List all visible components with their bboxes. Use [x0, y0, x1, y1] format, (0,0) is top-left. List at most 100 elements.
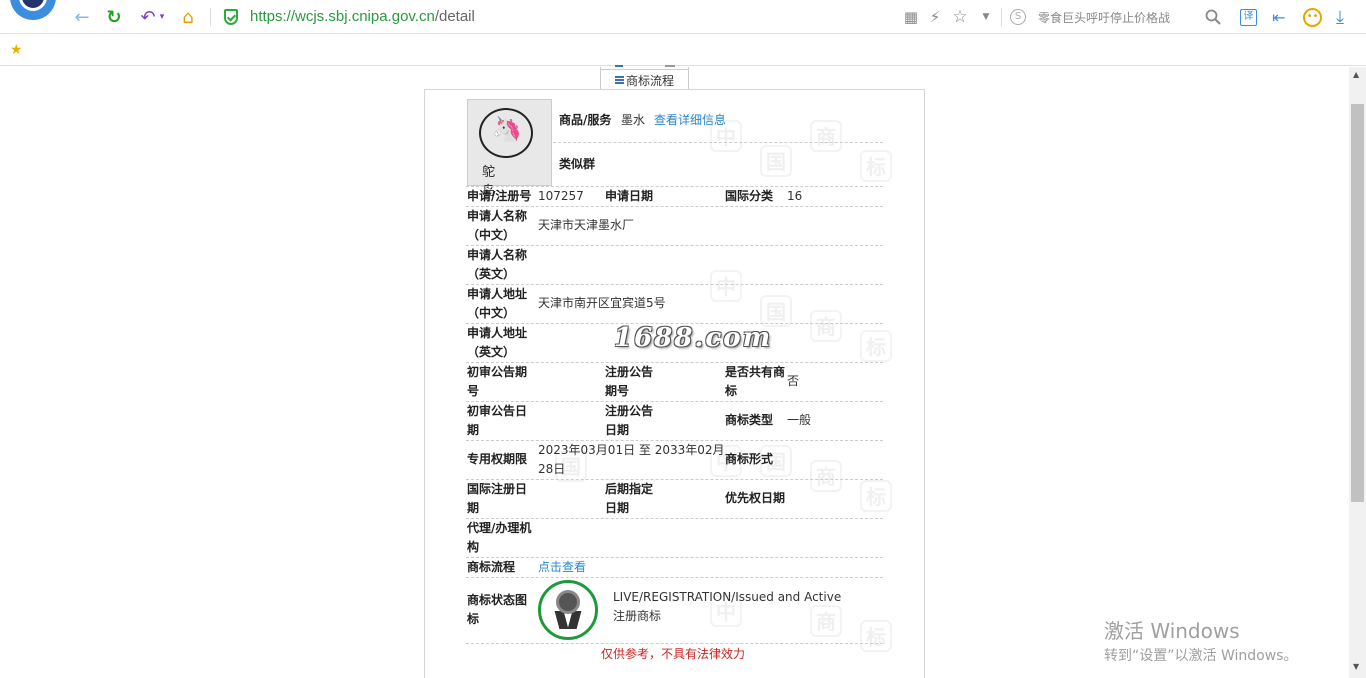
- agent-label: 代理/办理机: [467, 521, 532, 535]
- reg-issue-label: 注册公告: [605, 365, 654, 379]
- address-cn-value: 天津市南开区宜宾道5号: [538, 296, 666, 310]
- watermark-icon: 国: [760, 145, 792, 177]
- list-icon: [614, 76, 624, 84]
- tm-form-label: 商标形式: [725, 452, 774, 466]
- undo-dropdown-icon[interactable]: ▾: [157, 0, 167, 34]
- status-label: 商标状态图: [467, 593, 528, 607]
- star-icon[interactable]: ☆: [950, 0, 970, 34]
- back-icon[interactable]: ←: [70, 0, 94, 34]
- search-engine-icon[interactable]: S: [1010, 0, 1026, 34]
- address-cn-label-2: （中文）: [467, 306, 516, 320]
- exclusive-value: 2023年03月01日 至 2033年02月: [538, 443, 725, 457]
- scroll-up-icon[interactable]: ▲: [1353, 70, 1359, 79]
- status-en: LIVE/REGISTRATION/Issued and Active: [613, 590, 842, 604]
- tab-flow-label: 商标流程: [625, 73, 674, 88]
- scrollbar-thumb[interactable]: [1351, 104, 1364, 502]
- home-icon[interactable]: ⌂: [176, 0, 200, 34]
- watermark-1688: 1688.com: [614, 323, 773, 353]
- row-divider: [466, 284, 883, 285]
- browser-toolbar: ← ↻ ↶ ▾ ⌂ https://wcjs.sbj.cnipa.gov.cn/…: [0, 0, 1366, 34]
- flash-icon[interactable]: ⚡: [925, 0, 945, 34]
- smile-icon[interactable]: ••: [1303, 0, 1322, 34]
- watermark-icon: 标: [860, 620, 892, 652]
- watermark-icon: 商: [810, 605, 842, 637]
- watermark-icon: 商: [810, 120, 842, 152]
- prelim-issue-label-2: 号: [467, 384, 480, 398]
- watermark-icon: 商: [810, 310, 842, 342]
- activate-title: 激活 Windows: [1104, 619, 1240, 643]
- watermark-icon: 标: [860, 150, 892, 182]
- chevron-down-icon[interactable]: ▼: [976, 0, 996, 34]
- address-en-label: 申请人地址: [467, 326, 528, 340]
- login-icon[interactable]: ⇤: [1272, 0, 1285, 34]
- reload-icon[interactable]: ↻: [102, 0, 126, 34]
- watermark-icon: 中: [710, 270, 742, 302]
- goods-detail-link[interactable]: 查看详细信息: [654, 111, 726, 130]
- bookmark-bar: ★: [0, 35, 1366, 66]
- row-divider: [466, 245, 883, 246]
- prelim-date-label-2: 期: [467, 423, 480, 437]
- shared-label: 是否共有商: [725, 365, 786, 379]
- prelim-date-label: 初审公告日: [467, 404, 528, 418]
- toolbar-divider: [1001, 8, 1002, 26]
- app-date-label: 申请日期: [605, 189, 654, 203]
- tab-trademark-flow[interactable]: 商标流程: [600, 69, 689, 90]
- row-divider: [466, 557, 883, 558]
- watermark-icon: 商: [810, 460, 842, 492]
- prelim-issue-label: 初审公告期: [467, 365, 528, 379]
- activate-subtitle: 转到“设置”以激活 Windows。: [1104, 648, 1298, 664]
- address-cn-label: 申请人地址: [467, 287, 528, 301]
- translate-icon[interactable]: 译: [1240, 0, 1257, 34]
- scroll-down-icon[interactable]: ▼: [1353, 662, 1359, 671]
- later-label: 后期指定: [605, 482, 654, 496]
- windows-activation-notice: 激活 Windows 转到“设置”以激活 Windows。: [1104, 619, 1297, 665]
- applicant-en-label-2: （英文）: [467, 267, 516, 281]
- intl-class-value: 16: [787, 189, 803, 203]
- exclusive-label: 专用权期限: [467, 452, 528, 466]
- priority-label: 优先权日期: [725, 491, 786, 505]
- shield-icon[interactable]: [221, 0, 241, 34]
- row-divider: [466, 643, 883, 644]
- ostrich-icon: 🦄: [492, 115, 522, 143]
- bookmark-star-icon[interactable]: ★: [10, 42, 23, 58]
- search-input[interactable]: 零食巨头呼吁停止价格战: [1038, 9, 1170, 26]
- status-cn: 注册商标: [613, 609, 662, 623]
- status-label-2: 标: [467, 612, 480, 626]
- intl-class-label: 国际分类: [725, 189, 774, 203]
- reg-no-value: 107257: [538, 189, 584, 203]
- later-label-2: 日期: [605, 501, 630, 515]
- goods-label: 商品/服务: [559, 113, 612, 127]
- row-divider: [466, 401, 883, 402]
- reg-no-label: 申请/注册号: [467, 189, 532, 203]
- similar-group-label: 类似群: [559, 157, 596, 171]
- reg-date-label: 注册公告: [605, 404, 654, 418]
- goods-value: 墨水: [621, 113, 646, 127]
- address-bar[interactable]: https://wcjs.sbj.cnipa.gov.cn/detail: [250, 8, 475, 25]
- tm-type-value: 一般: [787, 413, 812, 427]
- watermark-icon: 标: [860, 480, 892, 512]
- applicant-cn-label-2: （中文）: [467, 228, 516, 242]
- reg-date-label-2: 日期: [605, 423, 630, 437]
- watermark-icon: 标: [860, 330, 892, 362]
- browser-logo-icon[interactable]: [8, 0, 58, 22]
- intl-reg-label: 国际注册日: [467, 482, 528, 496]
- qr-icon[interactable]: ▦: [901, 0, 921, 34]
- row-divider: [466, 479, 883, 480]
- flow-view-link[interactable]: 点击查看: [538, 558, 586, 577]
- shared-label-2: 标: [725, 384, 738, 398]
- applicant-en-label: 申请人名称: [467, 248, 528, 262]
- tm-type-label: 商标类型: [725, 413, 774, 427]
- address-en-label-2: （英文）: [467, 345, 516, 359]
- shared-value: 否: [787, 374, 800, 388]
- applicant-cn-value: 天津市天津墨水厂: [538, 218, 635, 232]
- trademark-image[interactable]: 🦄 鸵 鸟: [467, 99, 552, 199]
- url-host: https://wcjs.sbj.cnipa.gov.cn: [250, 8, 435, 25]
- flow-label: 商标流程: [467, 560, 516, 574]
- download-icon[interactable]: ⤓: [1336, 0, 1344, 34]
- reg-issue-label-2: 期号: [605, 384, 630, 398]
- intl-reg-label-2: 期: [467, 501, 480, 515]
- magnifier-icon[interactable]: [1203, 0, 1223, 34]
- row-divider: [466, 362, 883, 363]
- agent-label-2: 构: [467, 540, 480, 554]
- row-divider: [466, 206, 883, 207]
